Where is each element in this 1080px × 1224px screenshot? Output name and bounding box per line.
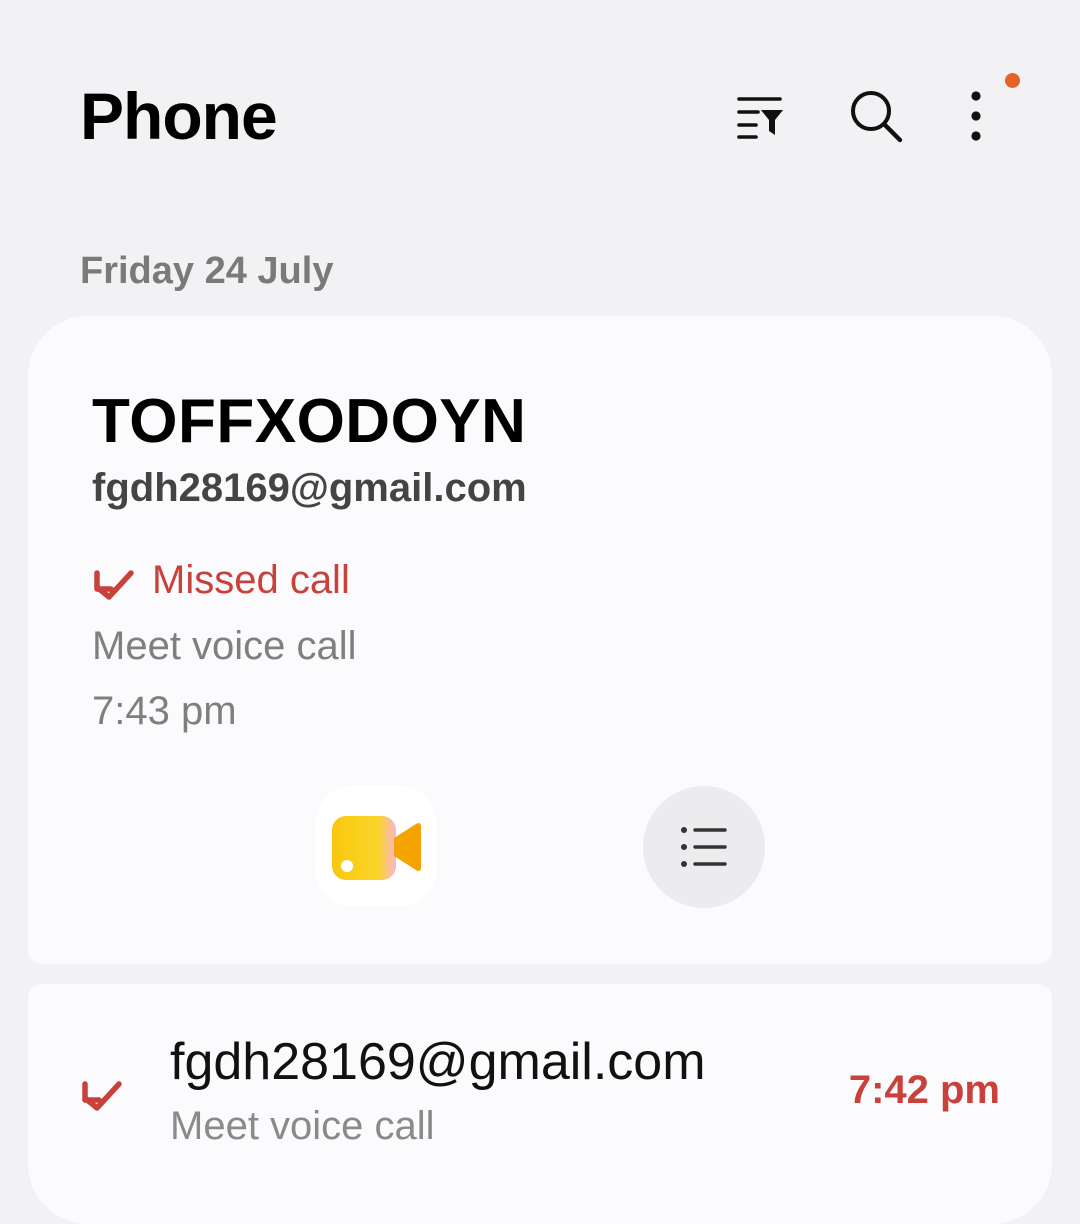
more-options-button[interactable] [946,86,1006,146]
page-title: Phone [80,79,278,153]
search-icon [851,91,903,143]
missed-call-icon [82,1081,122,1111]
row-call-time: 7:42 pm [848,1068,1000,1112]
filter-button[interactable] [731,86,791,146]
meet-video-call-button[interactable] [316,786,436,906]
list-icon [681,827,727,867]
contact-email: fgdh28169@gmail.com [92,466,527,510]
date-heading: Friday 24 July [80,250,334,292]
meet-video-icon [332,816,421,880]
app-header: Phone Friday 24 July [0,0,1080,292]
missed-call-icon [94,569,134,600]
search-button[interactable] [846,86,906,146]
call-details-button[interactable] [643,786,765,908]
call-time: 7:43 pm [92,689,237,733]
call-type: Meet voice call [92,624,357,668]
filter-icon [737,97,783,139]
call-status: Missed call [152,558,350,602]
expanded-call-card[interactable]: TOFFXODOYN fgdh28169@gmail.com Missed ca… [28,316,1052,964]
call-log-row[interactable]: fgdh28169@gmail.com Meet voice call 7:42… [28,984,1052,1224]
row-call-type: Meet voice call [170,1104,435,1148]
notification-dot [1005,73,1020,88]
more-options-icon [971,91,981,141]
call-status-row: Missed call [92,558,350,603]
contact-name: TOFFXODOYN [92,387,527,456]
row-contact-email: fgdh28169@gmail.com [170,1033,706,1091]
